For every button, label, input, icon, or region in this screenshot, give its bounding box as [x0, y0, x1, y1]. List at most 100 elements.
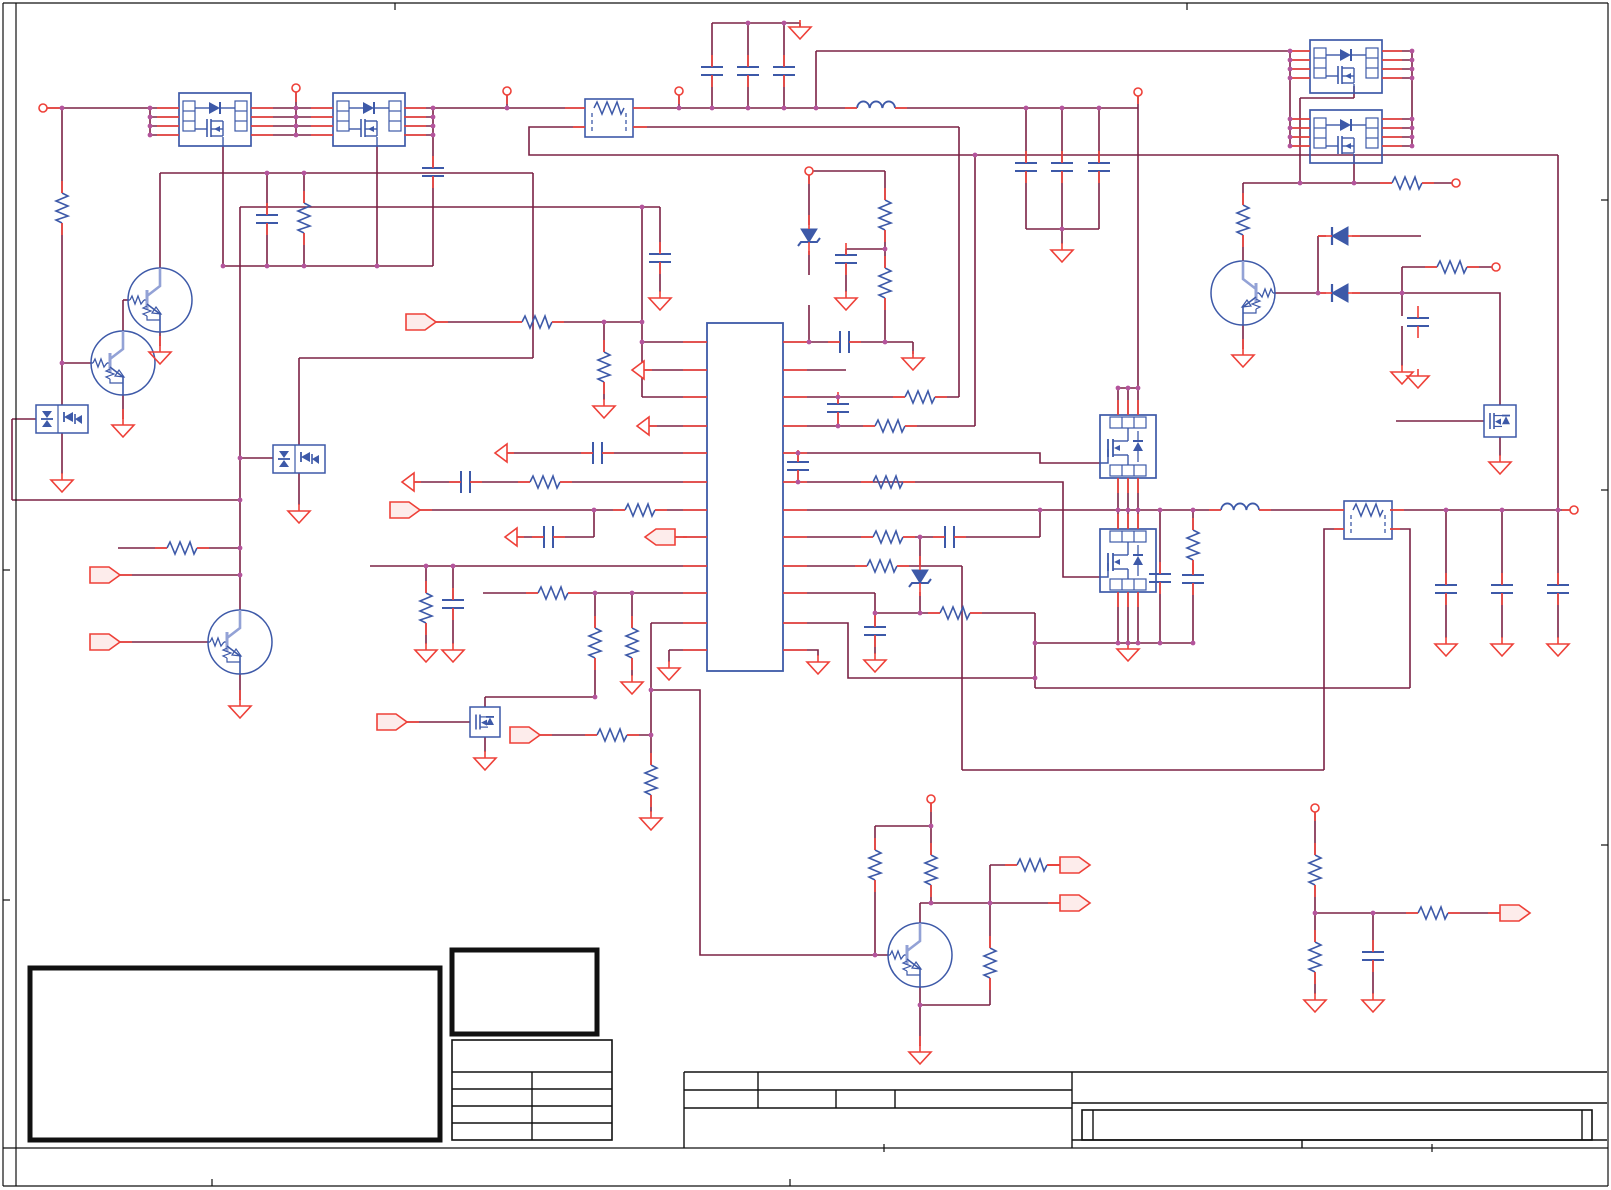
junction-dot — [1370, 910, 1376, 916]
junction-dot — [237, 455, 243, 461]
ground-symbol — [787, 26, 813, 41]
junction-dot — [264, 263, 270, 269]
wire — [1402, 292, 1501, 405]
resistor — [595, 351, 613, 383]
module-arrow — [1345, 143, 1351, 149]
terminal-circle — [1569, 505, 1579, 515]
junction-dot — [1409, 116, 1415, 122]
fet-diode — [1502, 416, 1510, 425]
title-block-layer — [27, 947, 1607, 1148]
net-chevron — [493, 442, 508, 464]
junction-dot — [745, 20, 751, 26]
junction-dot — [835, 394, 841, 400]
junction-dot — [1297, 180, 1303, 186]
module-arrow — [1114, 445, 1120, 451]
net-chevron — [630, 359, 645, 381]
module-pins — [1109, 578, 1147, 591]
tvs-diode — [279, 451, 289, 458]
title-block-box — [449, 947, 600, 1037]
junction-dot — [795, 479, 801, 485]
ground-symbol — [1545, 643, 1571, 658]
resistor — [537, 584, 569, 602]
junction-dot — [835, 423, 841, 429]
resistor — [1184, 529, 1202, 561]
module-arrow — [368, 126, 374, 132]
wire — [783, 622, 1035, 679]
junction-dot — [1287, 125, 1293, 131]
ground-symbol — [619, 681, 645, 696]
resistor — [876, 199, 894, 231]
wire — [1323, 528, 1344, 770]
junction-dot — [237, 497, 243, 503]
module-pins — [1313, 117, 1327, 149]
junction-dot — [648, 687, 654, 693]
junction-dot — [1409, 75, 1415, 81]
resistor — [1234, 204, 1252, 236]
junction-dot — [1115, 507, 1121, 513]
junction-dot — [293, 123, 299, 129]
junction-dot — [504, 105, 510, 111]
junction-dot — [1443, 507, 1449, 513]
junction-dot — [430, 114, 436, 120]
junction-dot — [813, 105, 819, 111]
fet-diode — [486, 717, 494, 725]
net-chevron — [400, 471, 415, 493]
junction-dot — [781, 20, 787, 26]
ground-symbol — [900, 357, 926, 372]
zener-diode — [911, 569, 929, 584]
fet-arrow — [1495, 418, 1501, 425]
port-arrow-right — [1059, 894, 1092, 912]
junction-dots-layer — [59, 20, 1561, 1008]
schematic-canvas — [2, 2, 1609, 1187]
resistor — [521, 313, 553, 331]
ground-symbol — [227, 705, 253, 720]
resistor — [1306, 941, 1324, 973]
resistor — [596, 726, 628, 744]
junction-dot — [1315, 290, 1321, 296]
current-shunt — [1343, 500, 1393, 540]
ground-symbol — [591, 405, 617, 420]
resistor — [866, 849, 884, 881]
port-arrow-right — [389, 501, 422, 519]
junction-dot — [1409, 66, 1415, 72]
junction-dot — [591, 507, 597, 513]
junction-dot — [1287, 48, 1293, 54]
junction-dot — [1287, 66, 1293, 72]
junction-dot — [639, 204, 645, 210]
junction-dot — [1287, 143, 1293, 149]
module-arrow — [1345, 73, 1351, 79]
pack-diode — [64, 412, 73, 422]
junction-dot — [882, 246, 888, 252]
junction-dot — [293, 132, 299, 138]
junction-dot — [745, 105, 751, 111]
ground-symbol — [638, 817, 664, 832]
terminal-circle — [1491, 262, 1501, 272]
ground-symbol — [286, 510, 312, 525]
junction-dot — [872, 952, 878, 958]
junction-dot — [1287, 134, 1293, 140]
resistor — [1391, 174, 1423, 192]
terminal-circle — [1310, 803, 1320, 813]
junction-dot — [430, 132, 436, 138]
controller-ic — [706, 322, 784, 672]
junction-dot — [1096, 105, 1102, 111]
wire — [528, 126, 1558, 156]
transistor — [1210, 260, 1276, 326]
junction-dot — [917, 534, 923, 540]
ground-symbol — [440, 649, 466, 664]
ground-symbol — [656, 667, 682, 682]
transistor — [90, 330, 156, 396]
junction-dot — [1409, 134, 1415, 140]
resistor — [623, 627, 641, 659]
ground-symbol — [1360, 999, 1386, 1014]
junction-dot — [1059, 105, 1065, 111]
resistor — [872, 528, 904, 546]
fet-arrow — [481, 719, 487, 726]
wire — [651, 689, 888, 956]
pack-diode — [312, 455, 319, 464]
zener-diode — [800, 228, 818, 243]
junction-dot — [917, 1002, 923, 1008]
ground-symbol — [1489, 643, 1515, 658]
junction-dot — [592, 694, 598, 700]
junction-dot — [629, 590, 635, 596]
